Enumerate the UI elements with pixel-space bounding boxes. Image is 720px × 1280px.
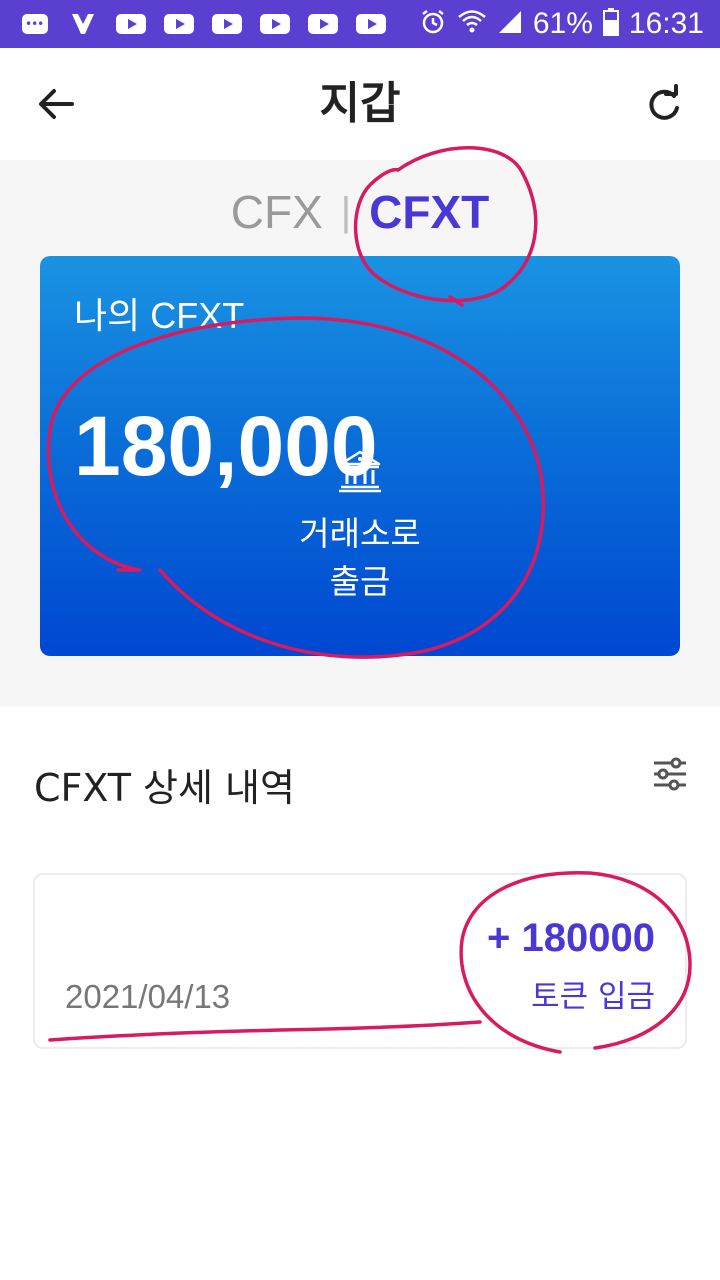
withdraw-label: 거래소로 출금	[299, 514, 421, 601]
youtube-notification-icon	[162, 13, 196, 35]
signal-icon	[497, 9, 523, 39]
filter-button[interactable]	[648, 752, 692, 796]
page-title: 지갑	[319, 78, 401, 129]
youtube-notification-icon	[354, 13, 388, 35]
refresh-icon	[649, 84, 679, 120]
transaction-amount: + 180000	[487, 916, 655, 960]
balance-card: 나의 CFXT 180,000 거래소로 출금	[40, 256, 680, 656]
tab-cfx[interactable]: CFX	[231, 182, 323, 242]
history-title: CFXT 상세 내역	[34, 766, 295, 810]
bank-icon	[339, 450, 381, 493]
alarm-icon	[419, 8, 447, 40]
app-notification-icon	[66, 13, 100, 35]
withdraw-to-exchange-button[interactable]: 거래소로 출금	[260, 448, 460, 628]
transaction-date: 2021/04/13	[65, 978, 231, 1015]
youtube-notification-icon	[210, 13, 244, 35]
youtube-notification-icon	[258, 13, 292, 35]
token-tabs: CFX | CFXT	[0, 182, 720, 242]
tab-separator: |	[340, 190, 352, 234]
app-header: 지갑	[0, 48, 720, 160]
message-notification-icon	[18, 13, 52, 35]
youtube-notification-icon	[114, 13, 148, 35]
battery-percent: 61%	[532, 7, 593, 40]
youtube-notification-icon	[306, 13, 340, 35]
filter-sliders-icon	[654, 757, 686, 791]
battery-icon	[602, 8, 619, 40]
status-bar: 61% 16:31	[0, 0, 720, 48]
balance-label: 나의 CFXT	[74, 295, 245, 336]
transaction-type: 토큰 입금	[531, 979, 655, 1015]
wallet-summary: CFX | CFXT 나의 CFXT 180,000 거래소로 출금	[0, 160, 720, 706]
transaction-item[interactable]: + 180000 2021/04/13 토큰 입금	[33, 873, 687, 1049]
wifi-icon	[457, 9, 487, 39]
status-system: 61% 16:31	[419, 8, 704, 40]
refresh-button[interactable]	[638, 78, 690, 130]
tab-cfxt[interactable]: CFXT	[369, 182, 489, 242]
clock: 16:31	[628, 7, 704, 40]
status-notifications	[18, 8, 388, 40]
